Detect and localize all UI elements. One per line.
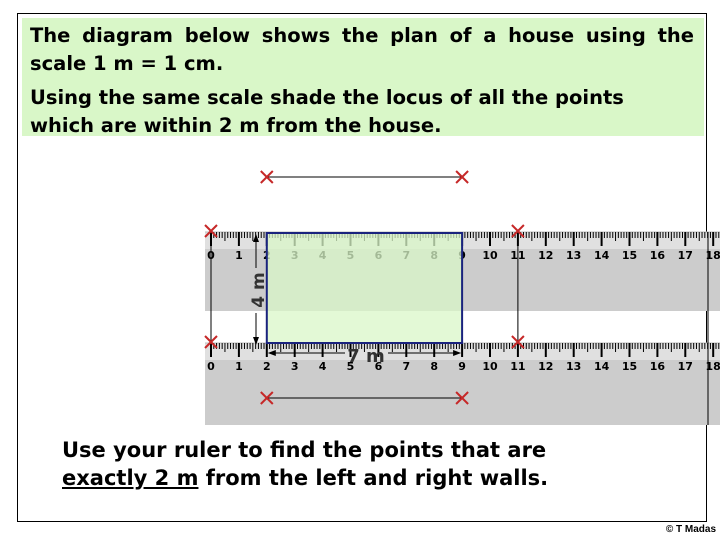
ruler-label: 12 [538, 360, 553, 373]
ruler-label: 9 [458, 360, 466, 373]
ruler-label: 13 [566, 360, 581, 373]
ruler-label: 14 [594, 249, 610, 262]
ruler-label: 0 [207, 360, 215, 373]
house-plan [265, 232, 464, 344]
ruler-label: 10 [482, 249, 498, 262]
ruler-label: 4 [319, 360, 327, 373]
ruler-label: 17 [678, 360, 693, 373]
ruler-label: 13 [566, 249, 581, 262]
ruler-label: 7 [402, 360, 410, 373]
ruler-label: 1 [235, 249, 243, 262]
house-height-label: 4 m [249, 272, 269, 307]
ruler-label: 16 [650, 249, 666, 262]
ruler-label: 15 [622, 360, 637, 373]
ruler-bottom[interactable]: 0 1 2 3 4 5 6 7 8 9 10 11 12 13 14 15 16 17 18 [205, 342, 720, 425]
copyright: © T Madas [665, 524, 716, 535]
instruction-emphasis: exactly 2 m [62, 466, 199, 490]
instruction-line-2: from the left and right walls. [198, 466, 549, 490]
ruler-label: 10 [482, 360, 498, 373]
ruler-label: 12 [538, 249, 553, 262]
house-width-label: 7 m [347, 346, 385, 367]
ruler-label: 16 [650, 360, 666, 373]
ruler-label: 11 [510, 360, 525, 373]
ruler-label: 3 [291, 360, 299, 373]
ruler-label: 17 [678, 249, 693, 262]
ruler-label: 8 [430, 360, 438, 373]
instruction-text: Use your ruler to find the points that a… [62, 436, 622, 492]
ruler-label: 1 [235, 360, 243, 373]
ruler-label: 15 [622, 249, 637, 262]
ruler-label: 2 [263, 360, 271, 373]
ruler-label: 14 [594, 360, 610, 373]
instruction-line-1: Use your ruler to find the points that a… [62, 438, 547, 462]
